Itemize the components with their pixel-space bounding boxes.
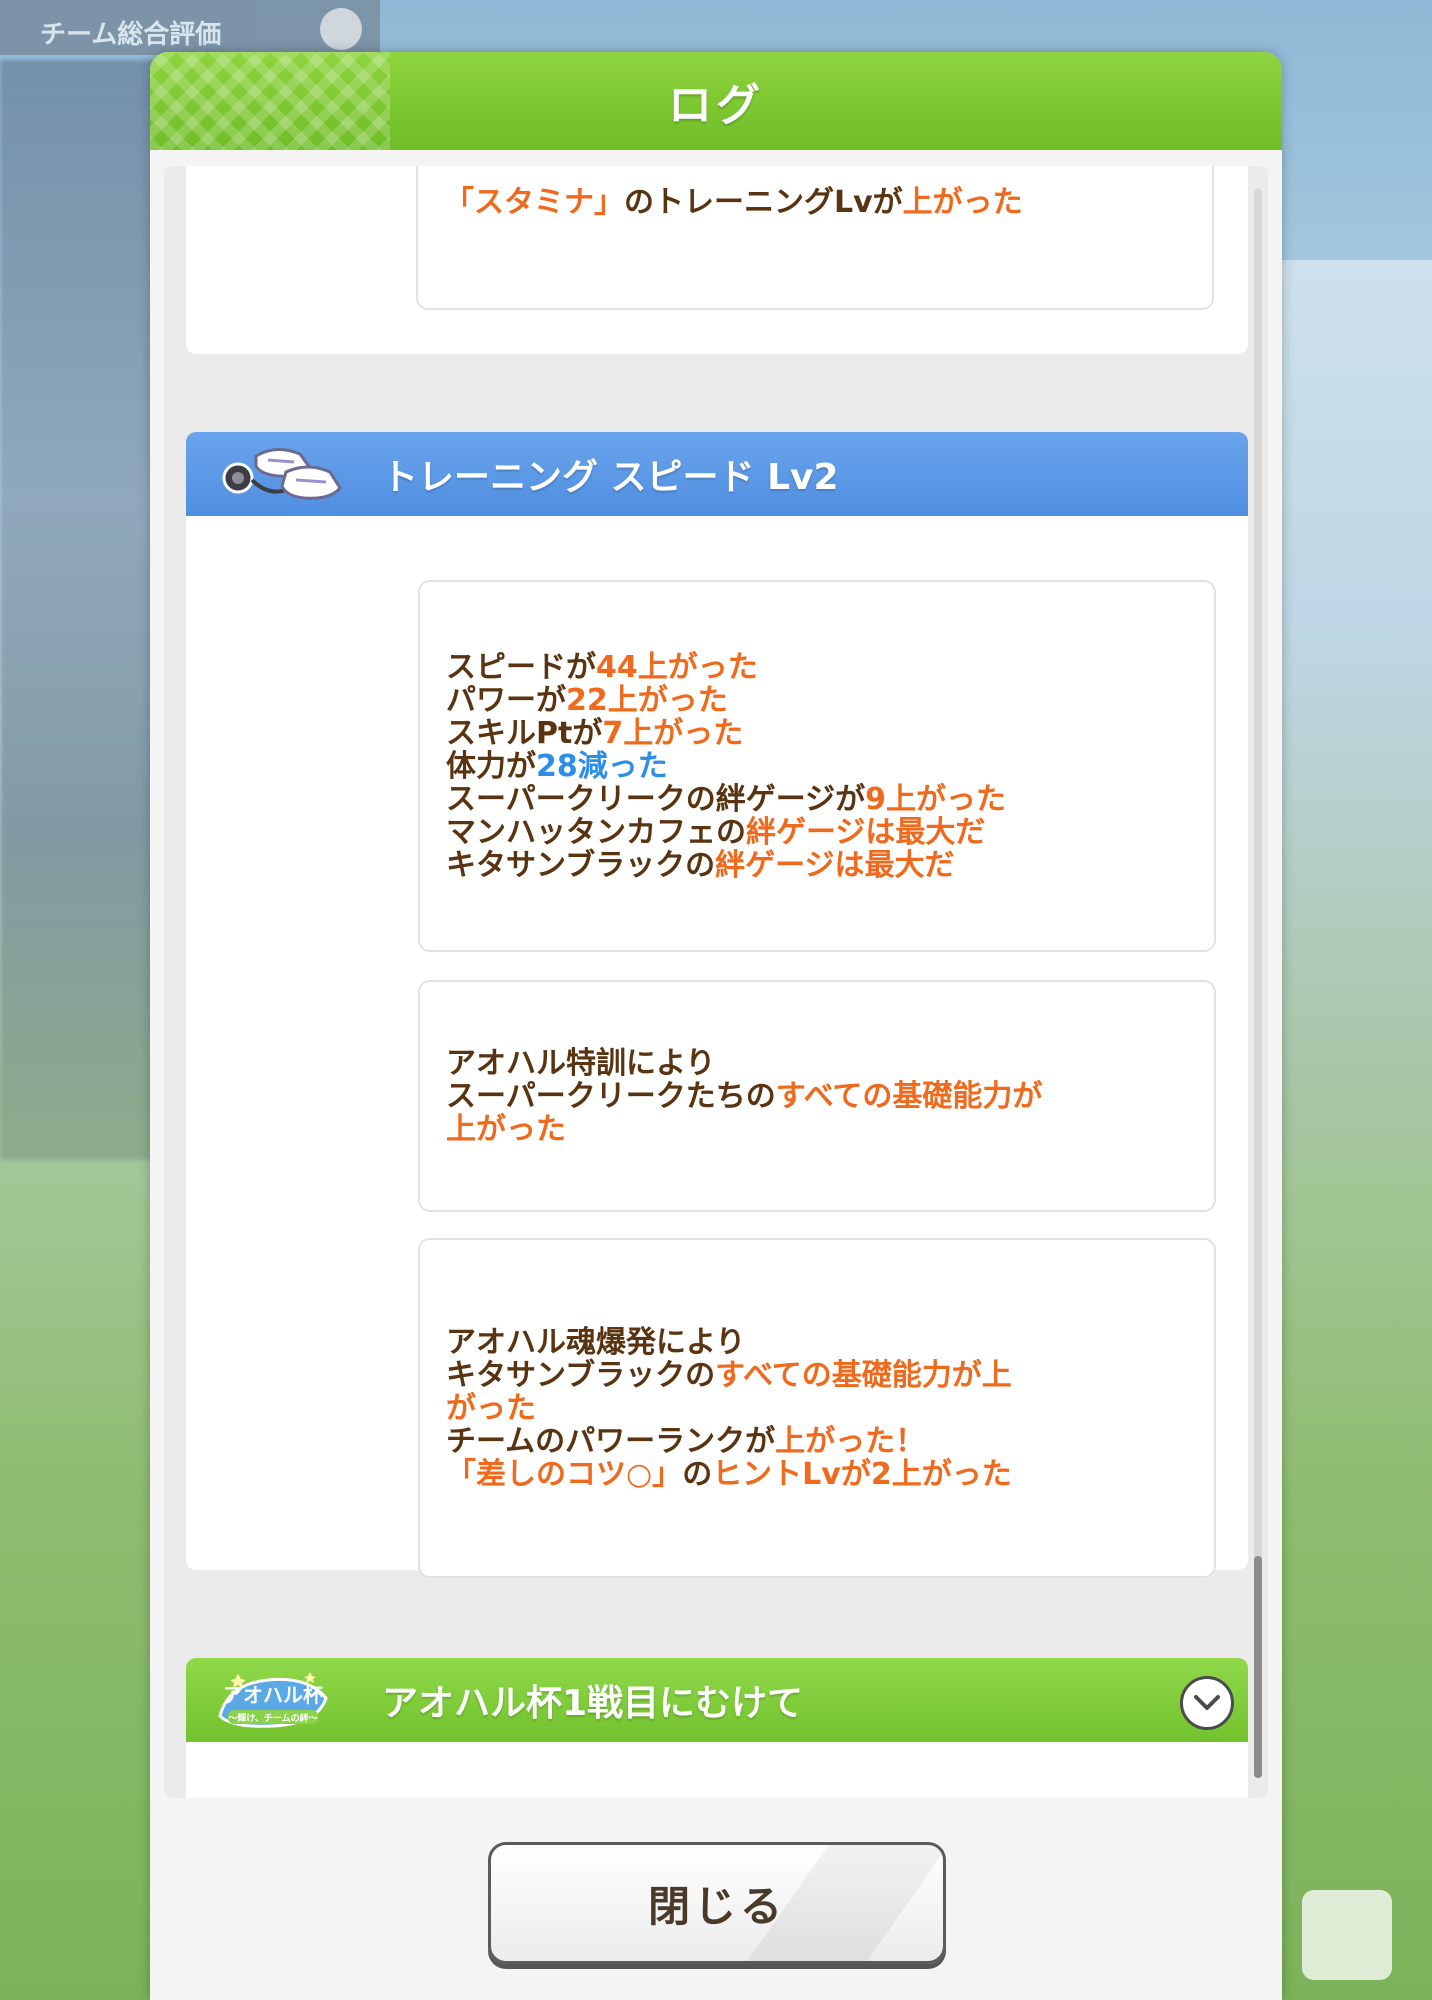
scrollbar-track[interactable] <box>1254 188 1262 1778</box>
aoharu-cup-logo-icon: アオハル杯 〜輝け、チームの絆〜 <box>218 1672 328 1728</box>
log-text-segment: アオハル特訓により <box>446 1045 716 1081</box>
log-text-segment: 9上がった <box>865 781 1006 817</box>
training-section-card: トレーニング スピード Lv2 スピードが44上がった パワーが22上がった スキル… <box>186 432 1248 1578</box>
dialog-header: ログ <box>150 52 1282 150</box>
log-text-segment: アオハル魂爆発により <box>446 1324 746 1360</box>
log-text-segment: 上がった <box>446 1111 566 1147</box>
log-text-segment: スキルPtが <box>446 715 603 751</box>
background-field <box>1262 260 1432 1160</box>
log-text-segment: 体力が <box>446 748 536 784</box>
log-line: がった <box>446 1392 1188 1425</box>
log-text-segment: すべての基礎能力が上 <box>715 1357 1012 1393</box>
background-team-label: チーム総合評価 <box>40 20 222 50</box>
log-line: アオハル魂爆発により <box>446 1326 1188 1359</box>
log-text-segment: 上がった！ <box>775 1423 926 1459</box>
header-pattern <box>150 52 390 150</box>
log-entry-aoharu-training: アオハル特訓により スーパークリークたちのすべての基礎能力が 上がった <box>418 980 1216 1212</box>
log-line: マンハッタンカフェの絆ゲージは最大だ <box>446 816 1188 849</box>
dialog-title: ログ <box>668 80 764 131</box>
background-menu-button <box>1302 1890 1392 1980</box>
sneakers-stopwatch-icon <box>222 448 342 500</box>
log-text-segment: 7上がった <box>602 715 744 751</box>
log-text-segment: スーパークリークたちの <box>446 1078 776 1114</box>
log-text-segment: 「差しのコツ○」 <box>446 1456 683 1492</box>
log-text-segment: 22上がった <box>566 682 728 718</box>
close-button[interactable]: 閉じる <box>488 1842 946 1964</box>
training-section-header[interactable]: トレーニング スピード Lv2 <box>186 432 1248 516</box>
log-text-segment: 絆ゲージは最大だ <box>715 847 955 883</box>
log-text-segment: ヒントLvが2上がった <box>712 1456 1012 1492</box>
log-line: スーパークリークたちのすべての基礎能力が <box>446 1080 1188 1113</box>
log-line: チームのパワーランクが上がった！ <box>446 1425 1188 1458</box>
log-dialog: ログ 「スタミナ」のトレーニングLvが上がった トレーニング スピード Lv2 <box>150 52 1282 2000</box>
log-entry-aoharu-soul: アオハル魂爆発により キタサンブラックのすべての基礎能力が上 がった チームのパワーラ… <box>418 1238 1216 1578</box>
log-line: 「スタミナ」のトレーニングLvが上がった <box>444 186 1186 219</box>
log-scroll-area[interactable]: 「スタミナ」のトレーニングLvが上がった トレーニング スピード Lv2 スピー… <box>164 166 1268 1798</box>
log-line: 「差しのコツ○」のヒントLvが2上がった <box>446 1458 1188 1491</box>
event-section-header[interactable]: アオハル杯 〜輝け、チームの絆〜 アオハル杯1戦目にむけて <box>186 1658 1248 1742</box>
log-text-segment: キタサンブラックの <box>446 847 716 883</box>
log-text-segment: の <box>682 1456 713 1492</box>
log-entry: 「スタミナ」のトレーニングLvが上がった <box>416 166 1214 310</box>
log-line: パワーが22上がった <box>446 684 1188 717</box>
log-line: キタサンブラックのすべての基礎能力が上 <box>446 1359 1188 1392</box>
previous-section-card: 「スタミナ」のトレーニングLvが上がった <box>186 166 1248 354</box>
log-line: スーパークリークの絆ゲージが9上がった <box>446 783 1188 816</box>
log-text-segment: のトレーニングLvが <box>624 185 903 220</box>
log-line: 上がった <box>446 1113 1188 1146</box>
log-text-segment: パワーが <box>446 682 566 718</box>
background-coin-icon <box>320 8 362 50</box>
log-text-segment: スーパークリークの絆ゲージが <box>446 781 866 817</box>
log-text-segment: がった <box>446 1390 536 1426</box>
aoharu-logo-subtext: 〜輝け、チームの絆〜 <box>228 1712 317 1724</box>
log-text-segment: キタサンブラックの <box>446 1357 716 1393</box>
training-section-title: トレーニング スピード Lv2 <box>382 457 839 498</box>
log-text-segment: 上がった <box>902 185 1023 220</box>
aoharu-logo-text: アオハル杯 <box>223 1683 323 1707</box>
event-section-card: アオハル杯 〜輝け、チームの絆〜 アオハル杯1戦目にむけて <box>186 1658 1248 1798</box>
log-text-segment: 28減った <box>536 748 668 784</box>
log-text-segment: 絆ゲージは最大だ <box>746 814 986 850</box>
log-text-segment: 「スタミナ」 <box>444 185 624 220</box>
log-text-segment: スピードが <box>446 649 596 685</box>
log-line: キタサンブラックの絆ゲージは最大だ <box>446 849 1188 882</box>
expand-chevron-icon[interactable] <box>1180 1676 1234 1730</box>
log-line: 体力が28減った <box>446 750 1188 783</box>
event-section-title: アオハル杯1戦目にむけて <box>382 1683 804 1724</box>
log-text-segment: マンハッタンカフェの <box>446 814 746 850</box>
scrollbar-thumb[interactable] <box>1254 1556 1262 1778</box>
log-line: アオハル特訓により <box>446 1047 1188 1080</box>
log-line: スピードが44上がった <box>446 651 1188 684</box>
log-text-segment: 44上がった <box>596 649 758 685</box>
log-line: スキルPtが7上がった <box>446 717 1188 750</box>
background-grandstand <box>0 60 170 1160</box>
close-button-label: 閉じる <box>647 1881 786 1931</box>
log-text-segment: すべての基礎能力が <box>775 1078 1043 1114</box>
log-text-segment: チームのパワーランクが <box>446 1423 776 1459</box>
log-entry-training-result: スピードが44上がった パワーが22上がった スキルPtが7上がった 体力が28減った… <box>418 580 1216 952</box>
